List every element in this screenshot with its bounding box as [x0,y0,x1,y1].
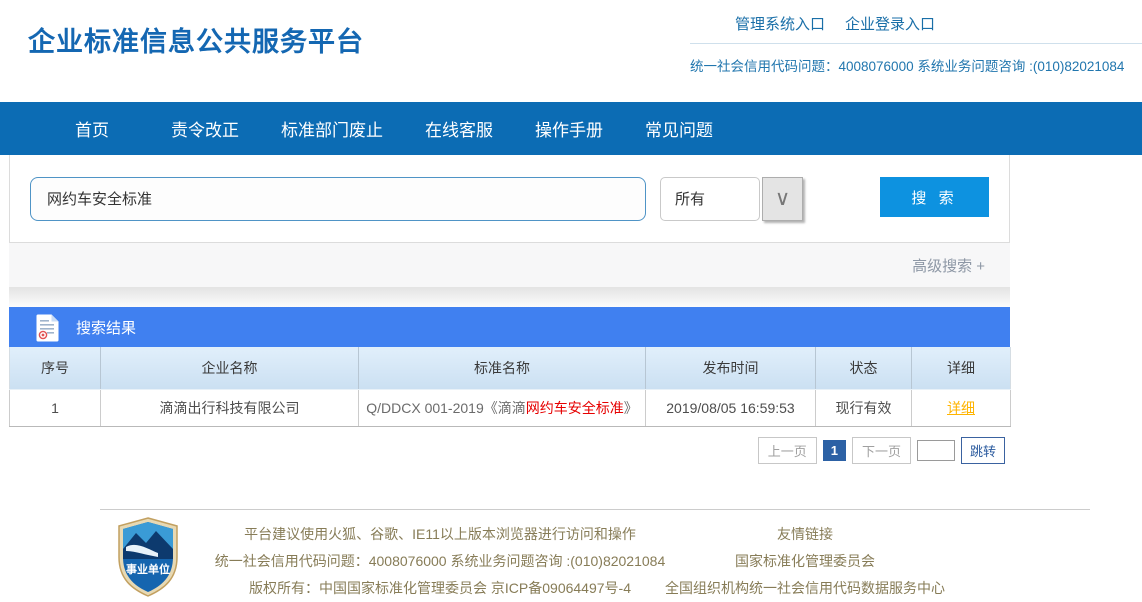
column-header-index: 序号 [10,347,101,389]
footer-link-code-center[interactable]: 全国组织机构统一社会信用代码数据服务中心 [665,580,945,596]
admin-system-entry-link[interactable]: 管理系统入口 [735,13,825,34]
public-institution-badge-icon: 事业单位 [116,517,180,602]
nav-item-standard-abolish[interactable]: 标准部门废止 [281,116,383,141]
page-title: 企业标准信息公共服务平台 [28,20,364,59]
pagination: 上一页 1 下一页 跳转 [9,437,1010,464]
cell-detail: 详细 [912,389,1011,426]
column-header-status: 状态 [816,347,912,389]
nav-item-home[interactable]: 首页 [75,116,109,141]
chevron-down-icon: ∨ [775,186,790,211]
prev-page-button[interactable]: 上一页 [758,437,817,464]
divider-band [9,287,1010,307]
results-section-title: 搜索结果 [76,317,136,338]
nav-item-manual[interactable]: 操作手册 [535,116,603,141]
nav-item-order-correction[interactable]: 责令改正 [171,116,239,141]
nav-item-online-service[interactable]: 在线客服 [425,116,493,141]
footer-content: 事业单位 平台建议使用火狐、谷歌、IE11以上版本浏览器进行访问和操作 统一社会… [0,510,1142,602]
column-header-publish-time: 发布时间 [646,347,816,389]
column-header-standard: 标准名称 [359,347,646,389]
current-page-button[interactable]: 1 [823,440,846,461]
page-jump-button[interactable]: 跳转 [961,437,1005,464]
cell-status: 现行有效 [816,389,912,426]
site-header: 企业标准信息公共服务平台 管理系统入口 企业登录入口 统一社会信用代码问题：40… [0,0,1142,102]
footer-link-sac[interactable]: 国家标准化管理委员会 [735,553,875,569]
cell-publish-time: 2019/08/05 16:59:53 [646,389,816,426]
footer-contact-line: 统一社会信用代码问题：4008076000 系统业务问题咨询 :(010)820… [180,548,700,575]
standard-name-suffix: 》 [624,400,638,416]
standard-name-prefix: Q/DDCX 001-2019《滴滴 [366,400,526,416]
filter-group: 所有 ∨ [660,177,803,221]
badge-label: 事业单位 [126,562,170,576]
column-header-company: 企业名称 [101,347,359,389]
filter-dropdown-button[interactable]: ∨ [762,177,803,221]
search-button[interactable]: 搜 索 [880,177,989,217]
search-input[interactable] [30,177,646,221]
results-header: 搜索结果 [9,307,1010,347]
document-icon [35,313,60,342]
search-panel: 所有 ∨ 搜 索 [9,155,1010,243]
next-page-button[interactable]: 下一页 [852,437,911,464]
advanced-search-toggle[interactable]: 高级搜索 + [912,255,985,276]
footer-friend-links-title: 友情链接 [640,521,970,548]
cell-standard: Q/DDCX 001-2019《滴滴网约车安全标准》 [359,389,646,426]
header-links: 管理系统入口 企业登录入口 [690,0,1142,44]
footer-center-column: 平台建议使用火狐、谷歌、IE11以上版本浏览器进行访问和操作 统一社会信用代码问… [180,521,700,602]
footer-copyright-line: 版权所有：中国国家标准化管理委员会 京ICP备09064497号-4 [180,575,700,602]
standard-name-highlight: 网约车安全标准 [526,400,624,416]
site-footer: 事业单位 平台建议使用火狐、谷歌、IE11以上版本浏览器进行访问和操作 统一社会… [0,509,1142,602]
footer-browser-advice: 平台建议使用火狐、谷歌、IE11以上版本浏览器进行访问和操作 [180,521,700,548]
header-right: 管理系统入口 企业登录入口 统一社会信用代码问题：4008076000 系统业务… [690,0,1142,75]
content-area: 所有 ∨ 搜 索 高级搜索 + 搜索结果 [9,155,1010,464]
advanced-search-row: 高级搜索 + [9,243,1010,287]
header-contact-info: 统一社会信用代码问题：4008076000 系统业务问题咨询 :(010)820… [690,44,1142,75]
table-row: 1 滴滴出行科技有限公司 Q/DDCX 001-2019《滴滴网约车安全标准》 … [10,389,1011,426]
page-jump-input[interactable] [917,440,955,461]
nav-item-faq[interactable]: 常见问题 [645,116,713,141]
results-table: 序号 企业名称 标准名称 发布时间 状态 详细 1 滴滴出行科技有限公司 Q/D… [9,347,1011,427]
filter-select[interactable]: 所有 [660,177,760,221]
cell-index: 1 [10,389,101,426]
detail-link[interactable]: 详细 [947,400,975,416]
main-nav: 首页 责令改正 标准部门废止 在线客服 操作手册 常见问题 [0,102,1142,155]
footer-links-column: 友情链接 国家标准化管理委员会 全国组织机构统一社会信用代码数据服务中心 [640,521,970,602]
table-header-row: 序号 企业名称 标准名称 发布时间 状态 详细 [10,347,1011,389]
cell-company: 滴滴出行科技有限公司 [101,389,359,426]
column-header-detail: 详细 [912,347,1011,389]
enterprise-login-link[interactable]: 企业登录入口 [845,13,935,34]
